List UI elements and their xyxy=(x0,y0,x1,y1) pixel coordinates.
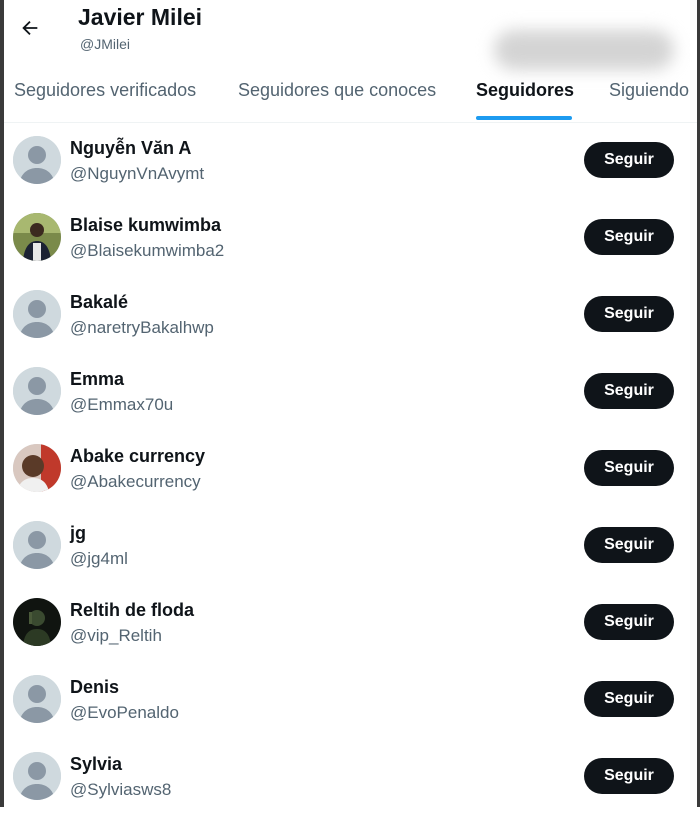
follower-name[interactable]: Reltih de floda xyxy=(70,600,194,621)
follower-name[interactable]: Bakalé xyxy=(70,292,128,313)
follower-name[interactable]: Blaise kumwimba xyxy=(70,215,221,236)
follow-button[interactable]: Seguir xyxy=(584,219,674,255)
tab-siguiendo[interactable]: Siguiendo xyxy=(609,80,689,101)
arrow-left-icon xyxy=(22,20,38,36)
follower-row[interactable]: jg @jg4ml Seguir xyxy=(4,507,697,584)
follow-button[interactable]: Seguir xyxy=(584,373,674,409)
followers-list: Nguyễn Văn A @NguynVnAvymt Seguir Blaise… xyxy=(4,122,697,815)
avatar-photo[interactable] xyxy=(13,213,61,261)
blurred-area xyxy=(494,30,674,70)
default-avatar-icon[interactable] xyxy=(13,136,61,184)
default-avatar-icon[interactable] xyxy=(13,290,61,338)
default-avatar-icon[interactable] xyxy=(13,367,61,415)
follow-button[interactable]: Seguir xyxy=(584,296,674,332)
follow-button[interactable]: Seguir xyxy=(584,758,674,794)
follower-row[interactable]: Blaise kumwimba @Blaisekumwimba2 Seguir xyxy=(4,199,697,276)
follower-row[interactable]: Nguyễn Văn A @NguynVnAvymt Seguir xyxy=(4,122,697,199)
follower-row[interactable]: Bakalé @naretryBakalhwp Seguir xyxy=(4,276,697,353)
follower-name[interactable]: Nguyễn Văn A xyxy=(70,138,191,159)
default-avatar-icon[interactable] xyxy=(13,521,61,569)
follower-row[interactable]: Emma @Emmax70u Seguir xyxy=(4,353,697,430)
follower-handle: @Blaisekumwimba2 xyxy=(70,241,225,260)
follow-button[interactable]: Seguir xyxy=(584,450,674,486)
follower-name[interactable]: Denis xyxy=(70,677,119,698)
follower-handle: @jg4ml xyxy=(70,549,128,568)
default-avatar-icon[interactable] xyxy=(13,752,61,800)
back-button[interactable] xyxy=(14,12,46,44)
profile-handle: @JMilei xyxy=(80,36,130,52)
follower-name[interactable]: Sylvia xyxy=(70,754,122,775)
follower-row[interactable]: Reltih de floda @vip_Reltih Seguir xyxy=(4,584,697,661)
follower-handle: @Sylviasws8 xyxy=(70,780,172,799)
tab-seguidores-que-conoces[interactable]: Seguidores que conoces xyxy=(238,80,436,101)
follower-name[interactable]: Emma xyxy=(70,369,124,390)
follower-handle: @Emmax70u xyxy=(70,395,174,414)
follow-button[interactable]: Seguir xyxy=(584,681,674,717)
follower-handle: @Abakecurrency xyxy=(70,472,201,491)
tab-seguidores[interactable]: Seguidores xyxy=(476,80,574,101)
avatar-photo[interactable] xyxy=(13,444,61,492)
tab-seguidores-verificados[interactable]: Seguidores verificados xyxy=(14,80,196,101)
tab-bar: Seguidores verificados Seguidores que co… xyxy=(4,70,697,123)
follower-row[interactable]: Abake currency @Abakecurrency Seguir xyxy=(4,430,697,507)
follow-button[interactable]: Seguir xyxy=(584,142,674,178)
follow-button[interactable]: Seguir xyxy=(584,604,674,640)
follower-handle: @vip_Reltih xyxy=(70,626,162,645)
avatar-photo[interactable] xyxy=(13,598,61,646)
default-avatar-icon[interactable] xyxy=(13,675,61,723)
profile-name: Javier Milei xyxy=(78,4,203,30)
follower-name[interactable]: Abake currency xyxy=(70,446,205,467)
active-tab-indicator xyxy=(476,116,572,120)
follow-button[interactable]: Seguir xyxy=(584,527,674,563)
follower-row[interactable]: Denis @EvoPenaldo Seguir xyxy=(4,661,697,738)
follower-name[interactable]: jg xyxy=(70,523,86,544)
follower-handle: @NguynVnAvymt xyxy=(70,164,205,183)
follower-handle: @EvoPenaldo xyxy=(70,703,179,722)
follower-row[interactable]: Sylvia @Sylviasws8 Seguir xyxy=(4,738,697,815)
follower-handle: @naretryBakalhwp xyxy=(70,318,214,337)
